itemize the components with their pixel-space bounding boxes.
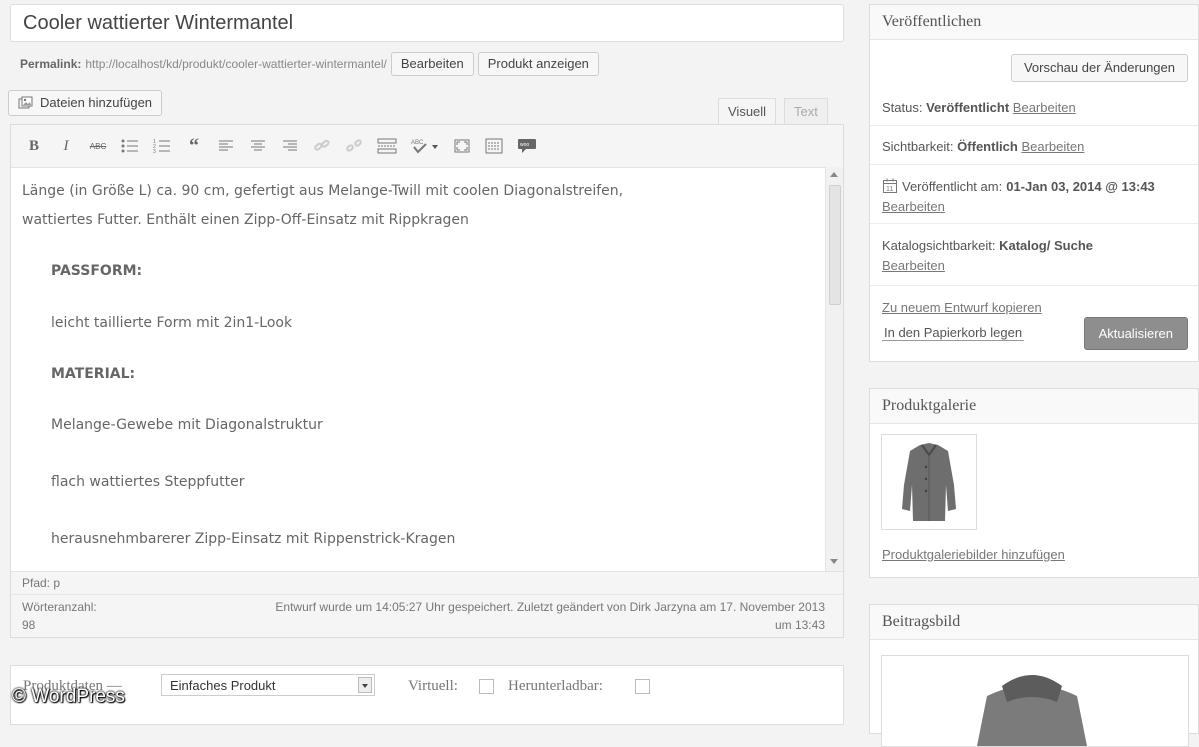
status-row: Status: Veröffentlicht Bearbeiten <box>882 100 1076 115</box>
catalog-row: Katalogsichtbarkeit: Katalog/ Suche <box>882 238 1093 253</box>
unlink-icon[interactable] <box>345 139 363 153</box>
downloadable-label: Herunterladbar: <box>508 678 603 694</box>
italic-button[interactable]: I <box>57 138 75 155</box>
status-edit-link[interactable]: Bearbeiten <box>1013 100 1076 115</box>
featured-image-box: Beitragsbild <box>869 604 1199 747</box>
title-input[interactable]: Cooler wattierter Wintermantel <box>10 4 844 42</box>
svg-text:3: 3 <box>153 149 156 154</box>
catalog-value: Katalog/ Suche <box>999 238 1093 253</box>
autosave-status: Entwurf wurde um 14:05:27 Uhr gespeicher… <box>275 600 825 614</box>
catalog-label: Katalogsichtbarkeit: <box>882 238 996 253</box>
bold-button[interactable]: B <box>25 138 43 155</box>
product-type-value: Einfaches Produkt <box>170 678 276 693</box>
publish-box: Veröffentlichen Vorschau der Änderungen … <box>869 4 1199 362</box>
gallery-image[interactable] <box>881 434 977 530</box>
virtual-label: Virtuell: <box>408 678 458 694</box>
featured-image[interactable] <box>881 655 1189 747</box>
passform-text: leicht taillierte Form mit 2in1-Look <box>51 315 293 331</box>
content-editor: B I ABC 123 “ ABC woo Länge (in Größe L)… <box>10 124 844 638</box>
status-label: Status: <box>882 100 923 115</box>
editor-scrollbar[interactable] <box>825 167 843 571</box>
update-button[interactable]: Aktualisieren <box>1083 317 1188 350</box>
gallery-box: Produktgalerie Produktgaleriebilder hinz… <box>869 388 1199 578</box>
word-count: 98 <box>22 618 36 632</box>
published-row: 11 Veröffentlicht am: 01-Jan 03, 2014 @ … <box>882 178 1155 194</box>
spellcheck-icon[interactable]: ABC <box>411 138 439 154</box>
copy-to-draft-link[interactable]: Zu neuem Entwurf kopieren <box>882 300 1042 315</box>
add-gallery-images-link[interactable]: Produktgaleriebilder hinzufügen <box>882 547 1065 562</box>
link-icon[interactable] <box>313 139 331 153</box>
blockquote-button[interactable]: “ <box>185 136 203 156</box>
element-path: Pfad: p <box>22 576 61 590</box>
visibility-label: Sichtbarkeit: <box>882 139 954 154</box>
add-media-button[interactable]: Dateien hinzufügen <box>8 90 163 116</box>
coat-image <box>902 443 956 521</box>
add-media-label: Dateien hinzufügen <box>40 95 153 110</box>
fullscreen-icon[interactable] <box>453 139 471 153</box>
permalink-url[interactable]: http://localhost/kd/produkt/cooler-watti… <box>85 57 386 71</box>
permalink: Permalink: http://localhost/kd/produkt/c… <box>20 52 599 76</box>
svg-text:ABC: ABC <box>411 140 424 146</box>
material-item: Melange-Gewebe mit Diagonalstruktur <box>51 417 323 433</box>
permalink-label: Permalink: <box>20 57 82 71</box>
featured-title: Beitragsbild <box>870 605 1198 640</box>
kitchen-sink-icon[interactable] <box>485 138 503 154</box>
intro-line-2: wattiertes Futter. Enthält einen Zipp-Of… <box>22 212 469 228</box>
view-product-button[interactable]: Produkt anzeigen <box>477 52 599 76</box>
published-label: Veröffentlicht am: <box>902 178 1003 194</box>
media-icon <box>18 96 33 109</box>
scroll-down-icon[interactable] <box>830 559 838 565</box>
bullet-list-icon[interactable] <box>121 138 139 154</box>
passform-heading: PASSFORM: <box>51 263 143 279</box>
material-item: flach wattiertes Steppfutter <box>51 474 245 490</box>
word-count-label: Wörteranzahl: <box>22 600 97 614</box>
visibility-row: Sichtbarkeit: Öffentlich Bearbeiten <box>882 139 1084 154</box>
numbered-list-icon[interactable]: 123 <box>153 138 171 154</box>
align-left-icon[interactable] <box>217 139 235 153</box>
read-more-icon[interactable] <box>377 138 397 154</box>
virtual-checkbox[interactable] <box>479 679 494 694</box>
editor-content[interactable]: Länge (in Größe L) ca. 90 cm, gefertigt … <box>11 167 826 571</box>
catalog-edit-link[interactable]: Bearbeiten <box>882 258 945 273</box>
calendar-icon: 11 <box>883 178 897 193</box>
publish-title: Veröffentlichen <box>870 5 1198 40</box>
svg-text:11: 11 <box>886 186 893 193</box>
intro-line-1: Länge (in Größe L) ca. 90 cm, gefertigt … <box>22 183 624 199</box>
trash-link[interactable]: In den Papierkorb legen <box>882 325 1025 341</box>
material-heading: MATERIAL: <box>51 366 136 382</box>
visibility-value: Öffentlich <box>957 139 1018 154</box>
svg-text:woo: woo <box>520 142 529 148</box>
published-value: 01-Jan 03, 2014 @ 13:43 <box>1006 178 1155 194</box>
product-type-select[interactable]: Einfaches Produkt <box>161 674 375 696</box>
tab-text[interactable]: Text <box>784 98 828 124</box>
strikethrough-button[interactable]: ABC <box>89 142 107 151</box>
editor-footer: Pfad: p Wörteranzahl: 98 Entwurf wurde u… <box>11 571 843 637</box>
status-value: Veröffentlicht <box>926 100 1010 115</box>
permalink-edit-button[interactable]: Bearbeiten <box>390 52 474 76</box>
material-item: herausnehmbarerer Zipp-Einsatz mit Rippe… <box>51 531 456 547</box>
visibility-edit-link[interactable]: Bearbeiten <box>1021 139 1084 154</box>
align-right-icon[interactable] <box>281 139 299 153</box>
product-data-box: Produktdaten — Einfaches Produkt Virtuel… <box>10 665 844 725</box>
autosave-time: um 13:43 <box>774 618 825 632</box>
chevron-down-icon[interactable] <box>358 677 372 693</box>
downloadable-checkbox[interactable] <box>635 679 650 694</box>
scroll-thumb[interactable] <box>829 185 841 305</box>
jacket-image <box>977 675 1087 746</box>
scroll-up-icon[interactable] <box>830 171 838 177</box>
published-edit-link[interactable]: Bearbeiten <box>882 199 945 214</box>
tab-visual[interactable]: Visuell <box>718 98 777 124</box>
align-center-icon[interactable] <box>249 139 267 153</box>
preview-button[interactable]: Vorschau der Änderungen <box>1010 54 1188 82</box>
watermark: © WordPress <box>12 686 125 707</box>
woocommerce-shortcode-icon[interactable]: woo <box>517 138 537 154</box>
gallery-title: Produktgalerie <box>870 389 1198 424</box>
editor-toolbar: B I ABC 123 “ ABC woo <box>11 125 843 168</box>
